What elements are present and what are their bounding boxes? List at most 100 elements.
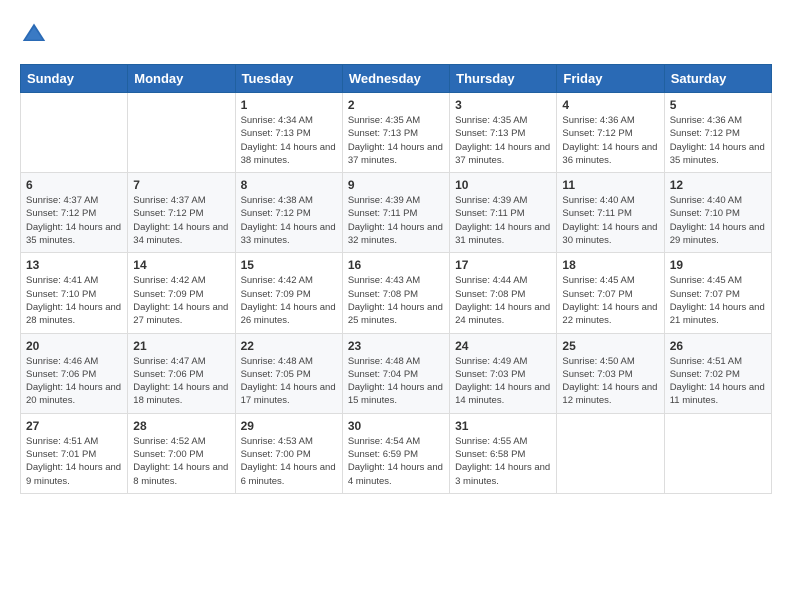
day-info: Sunrise: 4:46 AM Sunset: 7:06 PM Dayligh… <box>26 355 122 408</box>
day-info: Sunrise: 4:45 AM Sunset: 7:07 PM Dayligh… <box>670 274 766 327</box>
calendar-week-row: 6 Sunrise: 4:37 AM Sunset: 7:12 PM Daylig… <box>21 173 772 253</box>
day-info: Sunrise: 4:35 AM Sunset: 7:13 PM Dayligh… <box>455 114 551 167</box>
calendar-cell: 17Sunrise: 4:44 AM Sunset: 7:08 PM Dayli… <box>450 253 557 333</box>
day-number: 2 <box>348 98 444 112</box>
day-number: 17 <box>455 258 551 272</box>
calendar-cell: 27 Sunrise: 4:51 AM Sunset: 7:01 PM Dayli… <box>21 413 128 493</box>
day-info: Sunrise: 4:43 AM Sunset: 7:08 PM Dayligh… <box>348 274 444 327</box>
day-number: 5 <box>670 98 766 112</box>
day-number: 4 <box>562 98 658 112</box>
calendar-cell: 24 Sunrise: 4:49 AM Sunset: 7:03 PM Dayli… <box>450 333 557 413</box>
calendar-cell: 6 Sunrise: 4:37 AM Sunset: 7:12 PM Daylig… <box>21 173 128 253</box>
day-info: Sunrise: 4:45 AM Sunset: 7:07 PM Dayligh… <box>562 274 658 327</box>
day-info: Sunrise: 4:36 AM Sunset: 7:12 PM Dayligh… <box>562 114 658 167</box>
day-info: Sunrise: 4:38 AM Sunset: 7:12 PM Dayligh… <box>241 194 337 247</box>
calendar-table: SundayMondayTuesdayWednesdayThursdayFrid… <box>20 64 772 494</box>
calendar-cell <box>557 413 664 493</box>
calendar-cell: 31 Sunrise: 4:55 AM Sunset: 6:58 PM Dayli… <box>450 413 557 493</box>
day-number: 16 <box>348 258 444 272</box>
day-info: Sunrise: 4:51 AM Sunset: 7:01 PM Dayligh… <box>26 435 122 488</box>
day-number: 8 <box>241 178 337 192</box>
calendar-week-row: 13 Sunrise: 4:41 AM Sunset: 7:10 PM Dayli… <box>21 253 772 333</box>
calendar-cell: 28 Sunrise: 4:52 AM Sunset: 7:00 PM Dayli… <box>128 413 235 493</box>
day-number: 1 <box>241 98 337 112</box>
logo-icon <box>20 20 48 48</box>
day-number: 3 <box>455 98 551 112</box>
calendar-header-row: SundayMondayTuesdayWednesdayThursdayFrid… <box>21 65 772 93</box>
day-number: 29 <box>241 419 337 433</box>
calendar-cell: 23 Sunrise: 4:48 AM Sunset: 7:04 PM Dayli… <box>342 333 449 413</box>
calendar-cell: 20 Sunrise: 4:46 AM Sunset: 7:06 PM Dayli… <box>21 333 128 413</box>
day-info: Sunrise: 4:52 AM Sunset: 7:00 PM Dayligh… <box>133 435 229 488</box>
day-number: 6 <box>26 178 122 192</box>
day-info: Sunrise: 4:55 AM Sunset: 6:58 PM Dayligh… <box>455 435 551 488</box>
col-header-monday: Monday <box>128 65 235 93</box>
calendar-cell: 22 Sunrise: 4:48 AM Sunset: 7:05 PM Dayli… <box>235 333 342 413</box>
calendar-cell: 9 Sunrise: 4:39 AM Sunset: 7:11 PM Daylig… <box>342 173 449 253</box>
calendar-cell <box>128 93 235 173</box>
calendar-week-row: 1 Sunrise: 4:34 AM Sunset: 7:13 PM Daylig… <box>21 93 772 173</box>
day-info: Sunrise: 4:48 AM Sunset: 7:04 PM Dayligh… <box>348 355 444 408</box>
day-info: Sunrise: 4:42 AM Sunset: 7:09 PM Dayligh… <box>133 274 229 327</box>
day-info: Sunrise: 4:48 AM Sunset: 7:05 PM Dayligh… <box>241 355 337 408</box>
calendar-cell: 30Sunrise: 4:54 AM Sunset: 6:59 PM Dayli… <box>342 413 449 493</box>
day-info: Sunrise: 4:50 AM Sunset: 7:03 PM Dayligh… <box>562 355 658 408</box>
calendar-cell: 12Sunrise: 4:40 AM Sunset: 7:10 PM Dayli… <box>664 173 771 253</box>
day-info: Sunrise: 4:41 AM Sunset: 7:10 PM Dayligh… <box>26 274 122 327</box>
col-header-wednesday: Wednesday <box>342 65 449 93</box>
day-number: 25 <box>562 339 658 353</box>
col-header-thursday: Thursday <box>450 65 557 93</box>
day-info: Sunrise: 4:37 AM Sunset: 7:12 PM Dayligh… <box>26 194 122 247</box>
day-number: 24 <box>455 339 551 353</box>
day-info: Sunrise: 4:51 AM Sunset: 7:02 PM Dayligh… <box>670 355 766 408</box>
calendar-cell: 8 Sunrise: 4:38 AM Sunset: 7:12 PM Daylig… <box>235 173 342 253</box>
day-info: Sunrise: 4:37 AM Sunset: 7:12 PM Dayligh… <box>133 194 229 247</box>
day-info: Sunrise: 4:39 AM Sunset: 7:11 PM Dayligh… <box>455 194 551 247</box>
calendar-cell: 1 Sunrise: 4:34 AM Sunset: 7:13 PM Daylig… <box>235 93 342 173</box>
day-number: 18 <box>562 258 658 272</box>
col-header-tuesday: Tuesday <box>235 65 342 93</box>
day-number: 9 <box>348 178 444 192</box>
calendar-cell: 14Sunrise: 4:42 AM Sunset: 7:09 PM Dayli… <box>128 253 235 333</box>
calendar-cell: 13 Sunrise: 4:41 AM Sunset: 7:10 PM Dayli… <box>21 253 128 333</box>
day-info: Sunrise: 4:36 AM Sunset: 7:12 PM Dayligh… <box>670 114 766 167</box>
calendar-cell: 21 Sunrise: 4:47 AM Sunset: 7:06 PM Dayli… <box>128 333 235 413</box>
logo <box>20 20 52 48</box>
col-header-friday: Friday <box>557 65 664 93</box>
day-number: 31 <box>455 419 551 433</box>
day-info: Sunrise: 4:35 AM Sunset: 7:13 PM Dayligh… <box>348 114 444 167</box>
day-number: 19 <box>670 258 766 272</box>
calendar-cell: 11 Sunrise: 4:40 AM Sunset: 7:11 PM Dayli… <box>557 173 664 253</box>
day-info: Sunrise: 4:39 AM Sunset: 7:11 PM Dayligh… <box>348 194 444 247</box>
day-number: 21 <box>133 339 229 353</box>
calendar-cell <box>664 413 771 493</box>
day-number: 12 <box>670 178 766 192</box>
day-number: 10 <box>455 178 551 192</box>
calendar-cell: 5 Sunrise: 4:36 AM Sunset: 7:12 PM Daylig… <box>664 93 771 173</box>
calendar-cell: 26Sunrise: 4:51 AM Sunset: 7:02 PM Dayli… <box>664 333 771 413</box>
day-number: 7 <box>133 178 229 192</box>
day-number: 15 <box>241 258 337 272</box>
day-info: Sunrise: 4:47 AM Sunset: 7:06 PM Dayligh… <box>133 355 229 408</box>
col-header-saturday: Saturday <box>664 65 771 93</box>
day-info: Sunrise: 4:40 AM Sunset: 7:11 PM Dayligh… <box>562 194 658 247</box>
day-info: Sunrise: 4:49 AM Sunset: 7:03 PM Dayligh… <box>455 355 551 408</box>
day-number: 20 <box>26 339 122 353</box>
day-info: Sunrise: 4:34 AM Sunset: 7:13 PM Dayligh… <box>241 114 337 167</box>
calendar-cell: 10 Sunrise: 4:39 AM Sunset: 7:11 PM Dayli… <box>450 173 557 253</box>
day-number: 23 <box>348 339 444 353</box>
day-number: 27 <box>26 419 122 433</box>
day-number: 30 <box>348 419 444 433</box>
day-number: 11 <box>562 178 658 192</box>
calendar-cell: 16 Sunrise: 4:43 AM Sunset: 7:08 PM Dayli… <box>342 253 449 333</box>
page-header <box>20 20 772 48</box>
calendar-cell: 2 Sunrise: 4:35 AM Sunset: 7:13 PM Daylig… <box>342 93 449 173</box>
calendar-week-row: 20 Sunrise: 4:46 AM Sunset: 7:06 PM Dayli… <box>21 333 772 413</box>
calendar-cell: 4 Sunrise: 4:36 AM Sunset: 7:12 PM Daylig… <box>557 93 664 173</box>
calendar-cell: 7 Sunrise: 4:37 AM Sunset: 7:12 PM Daylig… <box>128 173 235 253</box>
day-number: 22 <box>241 339 337 353</box>
col-header-sunday: Sunday <box>21 65 128 93</box>
day-number: 28 <box>133 419 229 433</box>
day-number: 13 <box>26 258 122 272</box>
calendar-cell: 15Sunrise: 4:42 AM Sunset: 7:09 PM Dayli… <box>235 253 342 333</box>
